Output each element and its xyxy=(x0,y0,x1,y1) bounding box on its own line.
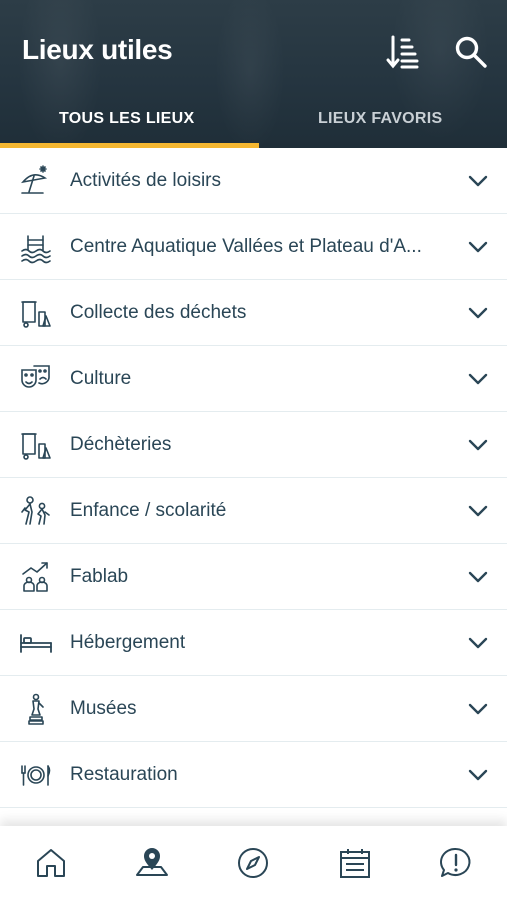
children-icon xyxy=(19,494,53,528)
fablab-icon xyxy=(19,560,53,594)
category-label: Fablab xyxy=(70,565,129,587)
category-label: Enfance / scolarité xyxy=(70,499,227,521)
chevron-down-icon xyxy=(468,373,488,385)
category-label: Déchèteries xyxy=(70,433,172,455)
chevron-down-icon xyxy=(468,439,488,451)
compass-icon xyxy=(238,848,269,878)
swimming-pool-icon xyxy=(19,230,53,264)
category-row-leisure[interactable]: Activités de loisirs xyxy=(0,148,507,214)
tab-bar: TOUS LES LIEUX LIEUX FAVORIS xyxy=(0,96,507,148)
nav-agenda[interactable] xyxy=(304,826,405,900)
chevron-down-icon xyxy=(468,571,488,583)
bottom-navigation xyxy=(0,826,507,900)
category-row-aquatic-center[interactable]: Centre Aquatique Vallées et Plateau d'A.… xyxy=(0,214,507,280)
calendar-icon xyxy=(339,849,370,878)
app-header: Lieux utiles TOUS LES LIEUX LIEUX FAVORI… xyxy=(0,0,507,148)
home-icon xyxy=(36,849,65,877)
chevron-down-icon xyxy=(468,307,488,319)
category-row-culture[interactable]: Culture xyxy=(0,346,507,412)
chevron-down-icon xyxy=(468,505,488,517)
category-row-accommodation[interactable]: Hébergement xyxy=(0,610,507,676)
chevron-down-icon xyxy=(468,637,488,649)
category-label: Activités de loisirs xyxy=(70,169,221,191)
alert-bubble-icon xyxy=(440,847,471,877)
search-icon xyxy=(455,36,487,68)
waste-bin-icon xyxy=(19,296,53,330)
sort-icon xyxy=(386,35,419,69)
category-label: Hébergement xyxy=(70,631,186,653)
category-row-waste-collection[interactable]: Collecte des déchets xyxy=(0,280,507,346)
category-label: Culture xyxy=(70,367,132,389)
chevron-down-icon xyxy=(468,769,488,781)
sort-button[interactable] xyxy=(384,34,420,70)
theater-masks-icon xyxy=(19,362,53,396)
category-label: Centre Aquatique Vallées et Plateau d'A.… xyxy=(70,235,422,257)
map-pin-icon xyxy=(136,848,169,876)
category-row-fablab[interactable]: Fablab xyxy=(0,544,507,610)
waste-bin-icon xyxy=(19,428,53,462)
chevron-down-icon xyxy=(468,175,488,187)
tab-all-places[interactable]: TOUS LES LIEUX xyxy=(0,96,254,148)
category-row-museums[interactable]: Musées xyxy=(0,676,507,742)
category-row-childhood-schooling[interactable]: Enfance / scolarité xyxy=(0,478,507,544)
category-label: Restauration xyxy=(70,763,178,785)
chevron-down-icon xyxy=(468,241,488,253)
category-list: Activités de loisirs Centre Aquatique Va… xyxy=(0,148,507,828)
statue-icon xyxy=(19,692,53,726)
nav-places[interactable] xyxy=(101,826,202,900)
category-row-restaurants[interactable]: Restauration xyxy=(0,742,507,808)
chevron-down-icon xyxy=(468,703,488,715)
restaurant-icon xyxy=(19,758,53,792)
nav-report[interactable] xyxy=(406,826,507,900)
nav-home[interactable] xyxy=(0,826,101,900)
nav-explore[interactable] xyxy=(203,826,304,900)
bed-icon xyxy=(19,626,53,660)
beach-umbrella-icon xyxy=(19,164,53,198)
category-label: Collecte des déchets xyxy=(70,301,247,323)
category-row-partial[interactable] xyxy=(0,808,507,828)
category-row-recycling-centers[interactable]: Déchèteries xyxy=(0,412,507,478)
category-label: Musées xyxy=(70,697,137,719)
page-title: Lieux utiles xyxy=(22,34,173,65)
tab-favorite-places[interactable]: LIEUX FAVORIS xyxy=(254,96,507,148)
search-button[interactable] xyxy=(453,34,489,70)
